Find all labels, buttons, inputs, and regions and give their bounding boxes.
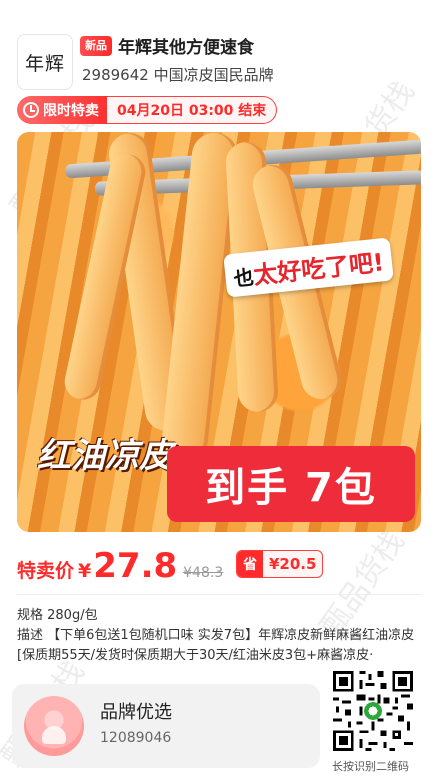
brand-card[interactable]: 品牌优选 12089046 [12,684,320,768]
price-row: 特卖价 ¥ 27.8 ¥48.3 [17,546,224,586]
dish-name: 红油凉皮 [37,436,173,476]
shop-header: 年辉 新品 年辉其他方便速食 2989642 中国凉皮国民品牌 [0,0,438,96]
shop-logo[interactable]: 年辉 [17,34,73,90]
bubble-prefix: 也 [232,264,255,291]
flash-sale-tag: 限时特卖 [17,96,107,124]
shop-subtitle: 2989642 中国凉皮国民品牌 [82,66,274,84]
brand-title: 品牌优选 [100,702,172,723]
original-price: ¥48.3 [183,565,224,581]
qr-code[interactable] [330,668,416,754]
bubble-main-text: 太好吃了吧! [252,248,386,290]
save-amount: ¥20.5 [269,555,317,573]
flash-sale-end-time: 04月20日 03:00 结束 [107,96,278,124]
product-image[interactable]: 也太好吃了吧! 红油凉皮 到手 7包 [17,132,421,532]
promo-box: 到手 7包 [167,446,415,522]
shop-title[interactable]: 年辉其他方便速食 [118,33,254,58]
qr-caption: 长按识别二维码 [332,760,409,773]
brand-id: 12089046 [100,730,172,746]
save-icon: 省 [237,551,263,577]
price-currency: ¥ [78,560,92,582]
clock-icon [23,102,39,118]
flash-sale-bar: 限时特卖 04月20日 03:00 结束 [17,96,278,124]
new-badge: 新品 [80,36,112,56]
avatar [24,696,84,756]
spec-line: 规格 280g/包 [17,608,98,623]
price-label: 特卖价 [17,560,75,582]
flash-sale-label: 限时特卖 [43,103,99,119]
divider [17,594,421,595]
description: 描述 【下单6包送1包随机口味 实发7包】年辉凉皮新鲜麻酱红油凉皮[保质期55天… [17,628,415,663]
price-value: 27.8 [93,546,178,586]
save-badge: 省 ¥20.5 [236,550,324,578]
